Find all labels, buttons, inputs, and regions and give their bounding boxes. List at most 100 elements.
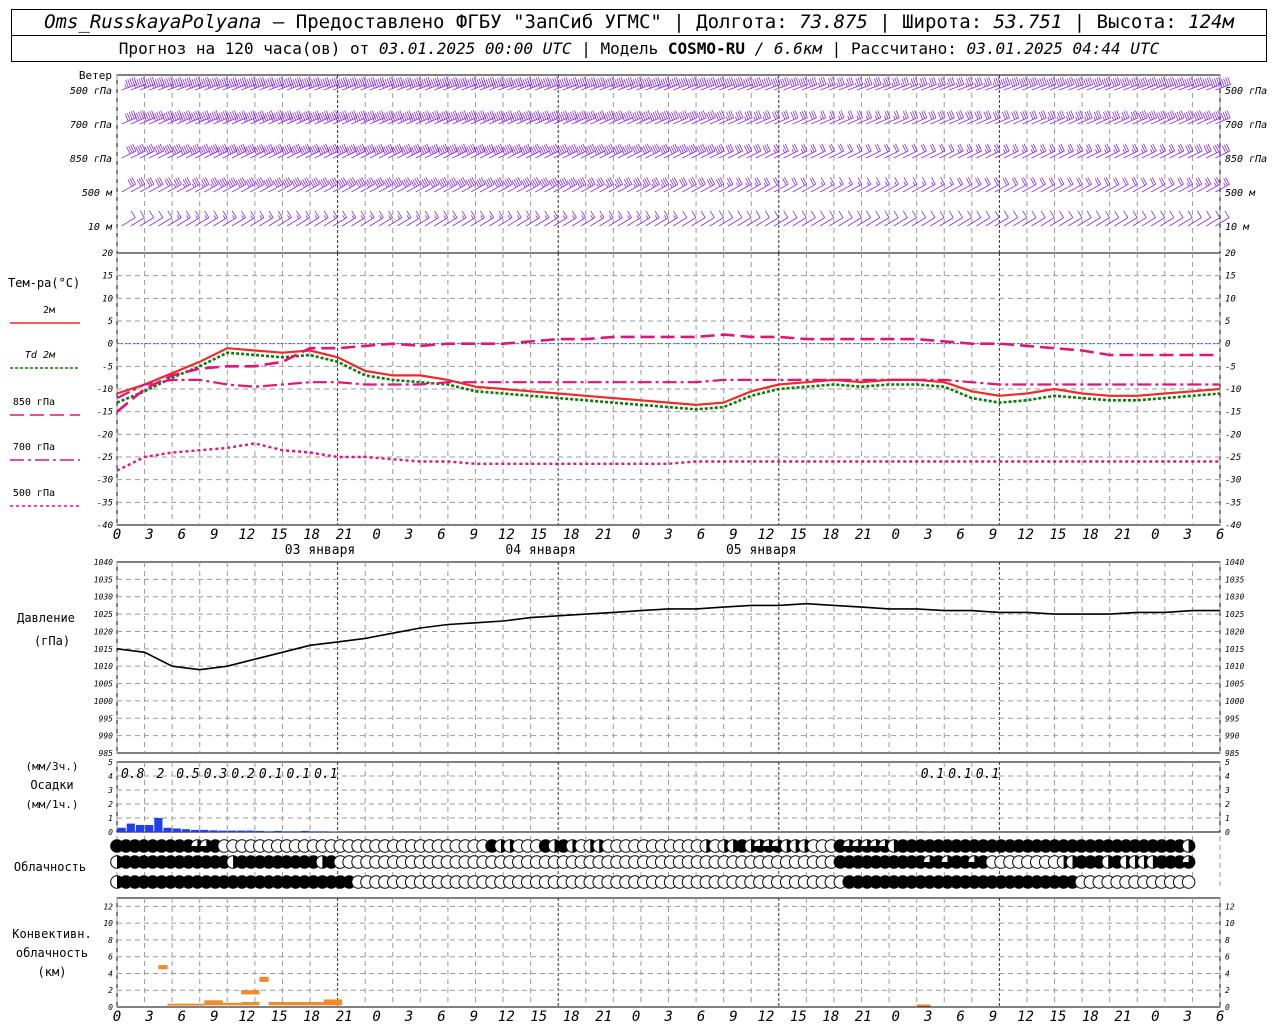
wind-barb-flag [124,84,127,89]
wind-barb [939,143,955,159]
wind-barb [1068,143,1084,159]
wind-barb [1049,143,1065,159]
wind-barb-flag [839,181,842,186]
wind-barb [305,110,321,125]
wind-barb [378,110,395,125]
wind-barb [939,76,956,91]
wind-barb [562,76,579,91]
convective-panel-time-tick: 9 [989,1009,997,1024]
wind-barb [967,110,983,125]
precip-bar [319,831,328,832]
wind-barb [599,76,615,91]
wind-barb [764,110,781,125]
wind-barb [829,76,845,91]
wind-level-label-left: 500 м [82,188,113,199]
wind-barb [1077,110,1093,125]
wind-barb [1196,110,1213,125]
wind-barb-flag [1021,149,1024,154]
wind-barb [1086,143,1102,159]
wind-barb-flag [305,215,309,219]
wind-barb-flag [1068,210,1074,218]
wind-barb-flag [836,82,839,87]
wind-barb [1169,76,1185,91]
convective-bar [241,990,260,995]
pressure-panel-ytick-right: 990 [1225,732,1240,741]
precip-panel-ytick-left: 2 [108,800,113,809]
wind-barb [700,110,716,125]
wind-barb [443,110,459,125]
precip-bar [172,828,181,832]
wind-barb [1150,76,1167,91]
temperature-panel-ytick-right: -40 [1225,521,1241,531]
wind-barb-flag [548,151,552,156]
wind-barb [296,110,312,125]
wind-barb-flag [1049,149,1052,154]
wind-barb [1013,76,1029,91]
wind-barb-flag [763,182,767,187]
convective-panel-time-tick: 6 [956,1009,964,1024]
wind-barb-flag [516,215,520,219]
wind-barb [810,110,827,125]
wind-barb [1068,110,1084,125]
wind-barb [590,110,606,125]
wind-barb-flag [388,215,392,219]
convective-panel-time-tick: 15 [1050,1009,1067,1024]
temperature-legend-label: 2м [43,305,55,316]
wind-barb [847,143,863,159]
wind-barb [323,143,339,159]
wind-barb [737,110,753,125]
temperature-panel-time-tick: 0 [1151,527,1159,543]
wind-barb-flag [800,149,804,154]
wind-barb [314,143,330,159]
temperature-panel-time-tick: 0 [372,527,380,543]
wind-barb [1132,76,1149,91]
wind-barb-flag [691,210,697,218]
wind-barb-flag [668,117,671,122]
wind-barb-flag [755,210,761,218]
wind-barb [204,110,220,125]
temperature-panel-time-tick: 3 [1183,527,1192,543]
precip-bar [264,831,273,832]
wind-barb [489,143,505,159]
wind-barb [1169,110,1185,125]
wind-barb [397,110,413,125]
wind-barb [645,110,661,125]
temperature-panel-ytick-left: 20 [102,249,113,259]
pressure-panel-ytick-right: 1005 [1225,680,1244,689]
wind-barb-flag [1122,149,1126,154]
convective-panel-ytick-right: 0 [1225,1003,1230,1012]
wind-barb-flag [1077,210,1083,218]
temperature-panel-time-tick: 21 [595,527,612,543]
wind-barb-flag [434,215,438,219]
wind-barb [1196,143,1212,159]
wind-barb [774,143,789,159]
wind-barb-flag [753,116,756,121]
wind-barb [259,76,275,91]
wind-barb [167,143,183,159]
wind-barb [167,76,183,91]
pressure-panel-title: Давление [17,611,75,625]
wind-barb-flag [1095,210,1101,218]
wind-barb [1187,143,1203,159]
wind-barb [1160,143,1176,159]
wind-barb-flag [660,183,664,188]
wind-barb [718,143,734,159]
wind-barb [865,76,882,91]
wind-barb-flag [222,215,226,219]
temperature-panel-time-tick: 3 [663,527,672,543]
temperature-panel-ytick-left: -40 [97,521,113,531]
wind-barb [351,76,367,91]
temperature-panel-ytick-left: -35 [97,498,113,508]
wind-barb-flag [746,210,752,218]
wind-barb-flag [1195,182,1199,187]
wind-barb [296,143,312,159]
wind-barb-flag [1065,116,1069,121]
wind-barb [415,143,431,159]
wind-barb [222,110,238,125]
wind-barb [976,143,992,159]
wind-barb [1003,143,1019,159]
wind-barb-flag [673,215,677,219]
wind-barb-flag [139,210,145,218]
convective-panel-time-tick: 12 [758,1009,775,1024]
wind-barb-flag [526,215,529,219]
